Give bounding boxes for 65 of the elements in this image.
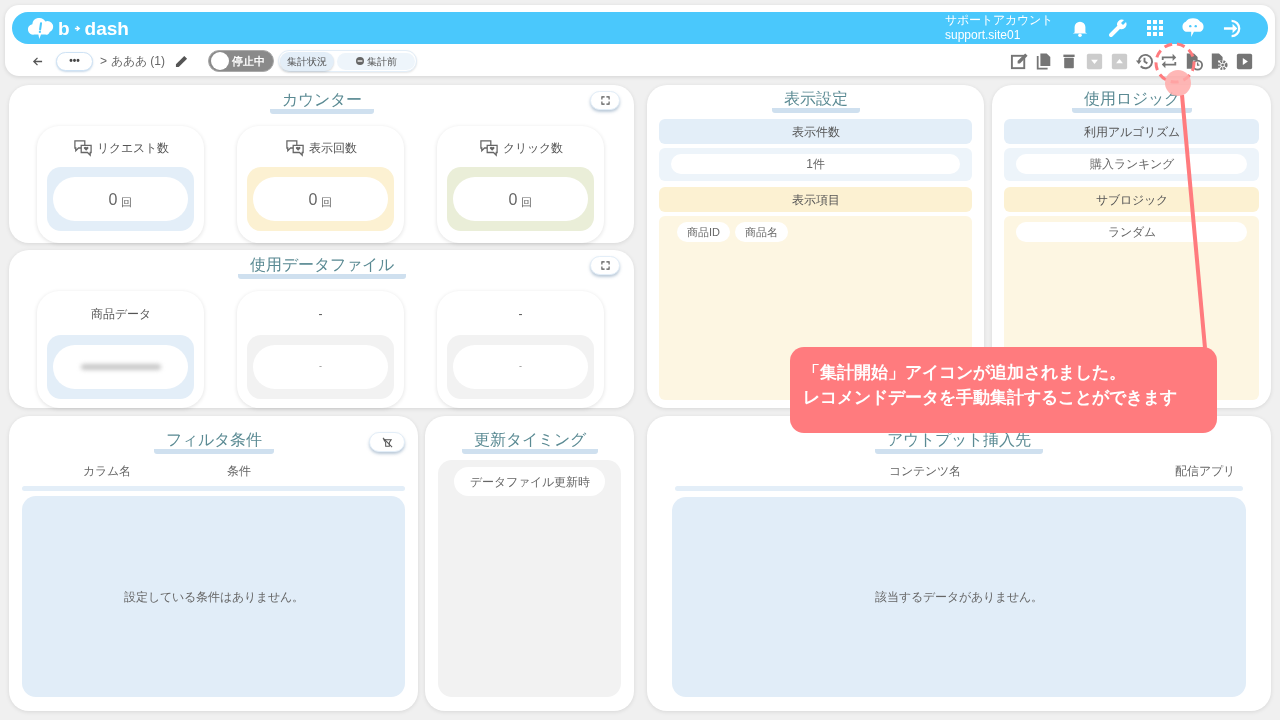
data-file-label: 商品データ xyxy=(90,306,151,322)
column-header: カラム名 xyxy=(82,463,132,480)
value-pill: ランダム xyxy=(1016,222,1247,242)
panel-title: 更新タイミング xyxy=(461,431,598,454)
arrow-icon xyxy=(73,24,81,32)
empty-message: 設定している条件はありません。 xyxy=(123,588,304,606)
highlight-circle xyxy=(1154,42,1196,84)
value-pill: 購入ランキング xyxy=(1016,154,1247,174)
panel-title: フィルタ条件 xyxy=(153,431,274,454)
counter-label: クリック数 xyxy=(502,140,563,157)
counter-value: 0 xyxy=(308,191,318,209)
value-pill: データファイル更新時 xyxy=(454,467,605,496)
logo-text: dash xyxy=(84,18,129,38)
history-icon[interactable] xyxy=(1134,51,1154,71)
chat-heart-icon xyxy=(72,139,93,157)
logo-text: b xyxy=(58,18,70,38)
item-chip: 商品名 xyxy=(735,222,788,242)
data-file-value: - xyxy=(519,360,522,374)
section-header: サブロジック xyxy=(1004,187,1259,212)
filter-toggle-button[interactable] xyxy=(369,432,405,452)
expand-button[interactable] xyxy=(590,256,620,275)
column-header: 条件 xyxy=(225,463,252,480)
play-icon[interactable] xyxy=(1234,51,1254,71)
counter-value: 0 xyxy=(508,191,518,209)
counter-label: リクエスト数 xyxy=(96,140,169,157)
data-file-value: - xyxy=(319,360,322,374)
empty-message: 該当するデータがありません。 xyxy=(875,589,1043,606)
section-header: 利用アルゴリズム xyxy=(1004,119,1259,144)
data-file-label: - xyxy=(318,306,323,322)
counter-unit: 回 xyxy=(121,195,133,209)
section-header: 表示件数 xyxy=(659,119,972,144)
counter-label: 表示回数 xyxy=(308,140,357,157)
breadcrumb-separator: > xyxy=(100,53,107,70)
chat-heart-icon xyxy=(478,139,499,157)
minus-circle-icon xyxy=(355,57,364,65)
cloud-logo-icon xyxy=(28,16,54,40)
back-arrow-icon[interactable] xyxy=(32,55,43,67)
chat-heart-icon xyxy=(284,139,305,157)
pencil-icon[interactable] xyxy=(175,54,188,68)
counter-value: 0 xyxy=(108,191,118,209)
edit-icon[interactable] xyxy=(1009,51,1029,71)
panel-title: カウンター xyxy=(269,91,374,114)
panel-title: 表示設定 xyxy=(771,90,860,113)
breadcrumb-title: あああ (1) xyxy=(111,53,165,70)
expand-button[interactable] xyxy=(590,91,620,110)
counter-unit: 回 xyxy=(521,195,533,209)
file-clock-icon[interactable] xyxy=(1184,51,1204,71)
column-header: 配信アプリ xyxy=(1174,463,1236,480)
column-header: コンテンツ名 xyxy=(888,463,962,480)
expand-icon xyxy=(600,96,610,105)
counter-unit: 回 xyxy=(321,195,333,209)
data-file-label: - xyxy=(518,306,523,322)
status-label: 集計状況 xyxy=(280,51,334,71)
value-pill: 1件 xyxy=(671,154,960,174)
status-value-text: 集計前 xyxy=(366,54,397,69)
breadcrumb-more-button[interactable]: ••• xyxy=(56,51,93,71)
annotation-text: 「集計開始」アイコンが追加されました。 レコメンドデータを手動集計することができます xyxy=(803,362,1178,409)
expand-icon xyxy=(600,261,610,270)
panel-title: 使用データファイル xyxy=(237,256,406,279)
account-name: サポートアカウント xyxy=(945,13,1053,28)
item-chip: 商品ID xyxy=(677,222,730,242)
filter-off-icon xyxy=(381,436,393,448)
section-header: 表示項目 xyxy=(659,187,972,212)
file-gear-icon[interactable] xyxy=(1209,51,1229,71)
account-id: support.site01 xyxy=(945,28,1022,43)
